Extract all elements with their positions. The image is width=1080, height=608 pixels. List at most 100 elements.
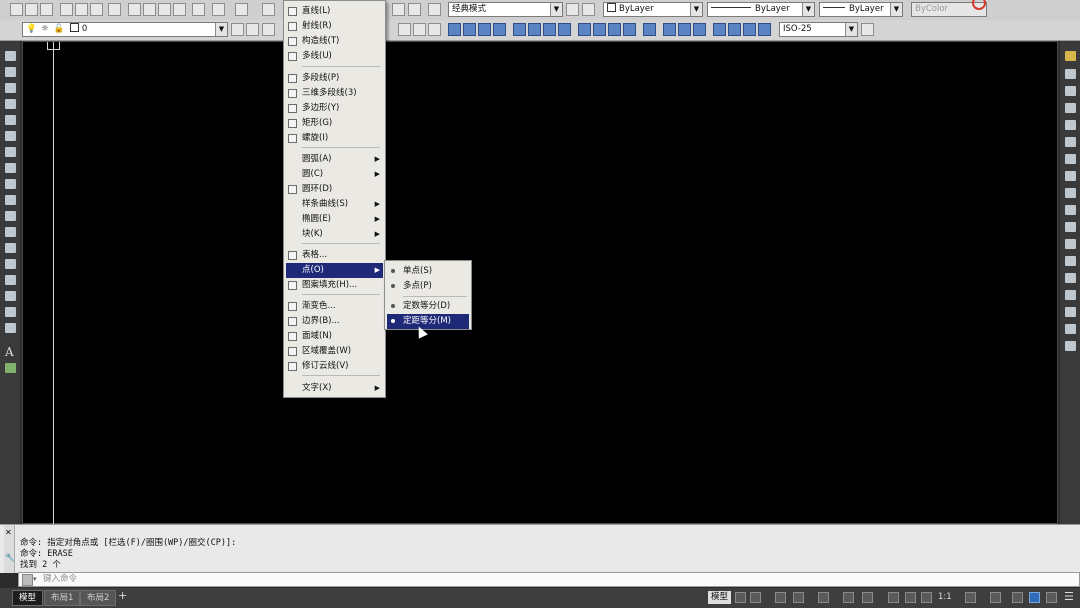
orbit-icon[interactable] <box>398 23 411 36</box>
open-file-icon[interactable] <box>25 3 38 16</box>
zoom-realtime-icon[interactable] <box>413 23 426 36</box>
command-prompt-icon[interactable] <box>22 574 33 586</box>
save-icon[interactable] <box>40 3 53 16</box>
dim-text-edit-icon[interactable] <box>728 23 741 36</box>
move-icon[interactable] <box>1065 137 1076 147</box>
chevron-down-icon[interactable]: ▼ <box>802 3 814 16</box>
workspace-select[interactable]: 经典模式 ▼ <box>448 2 563 17</box>
menu-item-point[interactable]: 单点(S) <box>387 264 469 279</box>
insert-block-icon[interactable] <box>5 227 16 237</box>
wrench-icon[interactable]: 🔧 <box>5 553 15 562</box>
3d-publish-icon[interactable] <box>108 3 121 16</box>
menu-item-draw[interactable]: 多段线(P) <box>286 71 383 86</box>
gradient-icon[interactable] <box>5 291 16 301</box>
clean-screen-icon[interactable] <box>1046 592 1057 603</box>
mirror-icon[interactable] <box>1065 86 1076 96</box>
chamfer-icon[interactable] <box>1065 290 1076 300</box>
menu-item-draw[interactable]: 圆弧(A) ▶ <box>286 152 383 167</box>
menu-item-draw[interactable]: 区域覆盖(W) <box>286 344 383 359</box>
dim-style-icon[interactable] <box>758 23 771 36</box>
add-layout-icon[interactable]: + <box>118 589 127 602</box>
menu-item-draw[interactable]: 图案填充(H)... <box>286 278 383 293</box>
chevron-down-icon[interactable]: ▼ <box>690 3 702 16</box>
menu-item-draw[interactable]: 椭圆(E) ▶ <box>286 212 383 227</box>
menu-item-draw[interactable]: 多边形(Y) <box>286 101 383 116</box>
blend-icon[interactable] <box>1065 324 1076 334</box>
menu-item-draw[interactable]: 面域(N) <box>286 329 383 344</box>
menu-item-draw[interactable]: 螺旋(I) <box>286 131 383 146</box>
offset-icon[interactable] <box>1065 103 1076 113</box>
erase-icon[interactable] <box>1065 51 1076 61</box>
table-icon[interactable] <box>5 323 16 333</box>
hatch-icon[interactable] <box>5 275 16 285</box>
lineweight-icon[interactable] <box>862 592 873 603</box>
zoom-window-icon[interactable] <box>428 23 441 36</box>
annotation-scale[interactable]: 1:1 <box>938 592 952 602</box>
radius-dim-icon[interactable] <box>513 23 526 36</box>
join-icon[interactable] <box>1065 273 1076 283</box>
copy-object-icon[interactable] <box>1065 69 1076 79</box>
ellipse-arc-icon[interactable] <box>5 211 16 221</box>
menu-item-draw[interactable]: 修订云线(V) <box>286 359 383 374</box>
menu-item-draw[interactable]: 边界(B)... <box>286 314 383 329</box>
dim-style-manager-icon[interactable] <box>861 23 874 36</box>
inspection-icon[interactable] <box>678 23 691 36</box>
color-select[interactable]: ByLayer ▼ <box>603 2 703 17</box>
ordinate-dim-icon[interactable] <box>493 23 506 36</box>
help-icon[interactable] <box>428 3 441 16</box>
annotation-visibility-icon[interactable] <box>921 592 932 603</box>
paste-icon[interactable] <box>158 3 171 16</box>
match-properties-icon[interactable] <box>173 3 186 16</box>
hardware-acceleration-icon[interactable] <box>1029 592 1040 603</box>
make-block-icon[interactable] <box>5 243 16 253</box>
preview-icon[interactable] <box>75 3 88 16</box>
pan-icon[interactable] <box>262 3 275 16</box>
layer-states-icon[interactable] <box>262 23 275 36</box>
menu-item-draw[interactable]: 圆环(D) <box>286 182 383 197</box>
extend-icon[interactable] <box>1065 222 1076 232</box>
command-window-handle[interactable]: ✕ 🔧 <box>4 525 15 573</box>
polyline-icon[interactable] <box>5 83 16 93</box>
rectangle-icon[interactable] <box>5 115 16 125</box>
line-icon[interactable] <box>5 51 16 61</box>
add-icon[interactable] <box>990 592 1001 603</box>
ellipse-icon[interactable] <box>5 195 16 205</box>
chevron-down-icon[interactable]: ▼ <box>890 3 902 16</box>
scale-icon[interactable] <box>1065 171 1076 181</box>
stretch-icon[interactable] <box>1065 188 1076 198</box>
diameter-dim-icon[interactable] <box>543 23 556 36</box>
point-icon[interactable] <box>5 259 16 269</box>
menu-item-point[interactable]: 定数等分(D) <box>387 299 469 314</box>
tab-layout1[interactable]: 布局1 <box>44 590 81 606</box>
mtext-icon[interactable]: A <box>5 345 14 359</box>
publish-icon[interactable] <box>90 3 103 16</box>
menu-item-draw[interactable]: 圆(C) ▶ <box>286 167 383 182</box>
dim-update-icon[interactable] <box>743 23 756 36</box>
snap-icon[interactable] <box>750 592 761 603</box>
ortho-icon[interactable] <box>775 592 786 603</box>
chevron-down-icon[interactable]: ▼ <box>550 3 562 16</box>
polygon-icon[interactable] <box>5 99 16 109</box>
tab-layout2[interactable]: 布局2 <box>80 590 117 606</box>
undo-icon[interactable] <box>212 3 225 16</box>
lineweight-select[interactable]: ByLayer ▼ <box>819 2 903 17</box>
explode-icon[interactable] <box>1065 341 1076 351</box>
fillet-icon[interactable] <box>1065 307 1076 317</box>
polar-icon[interactable] <box>793 592 804 603</box>
menu-item-draw[interactable]: 射线(R) <box>286 19 383 34</box>
print-icon[interactable] <box>60 3 73 16</box>
menu-item-draw[interactable]: 表格... <box>286 248 383 263</box>
jogged-linear-icon[interactable] <box>693 23 706 36</box>
design-center-icon[interactable] <box>392 3 405 16</box>
tolerance-icon[interactable] <box>643 23 656 36</box>
selection-cycling-icon[interactable] <box>905 592 916 603</box>
menu-item-draw[interactable]: 块(K) ▶ <box>286 227 383 242</box>
center-mark-icon[interactable] <box>663 23 676 36</box>
chevron-down-icon[interactable]: ▾ <box>33 573 37 586</box>
circle-icon[interactable] <box>5 147 16 157</box>
hamburger-menu-icon[interactable]: ☰ <box>1064 590 1074 603</box>
chevron-down-icon[interactable]: ▼ <box>845 23 857 36</box>
rotate-icon[interactable] <box>1065 154 1076 164</box>
layer-select[interactable]: 💡 ☼ 🔓 0 ▼ <box>22 22 228 37</box>
grid-icon[interactable] <box>735 592 746 603</box>
